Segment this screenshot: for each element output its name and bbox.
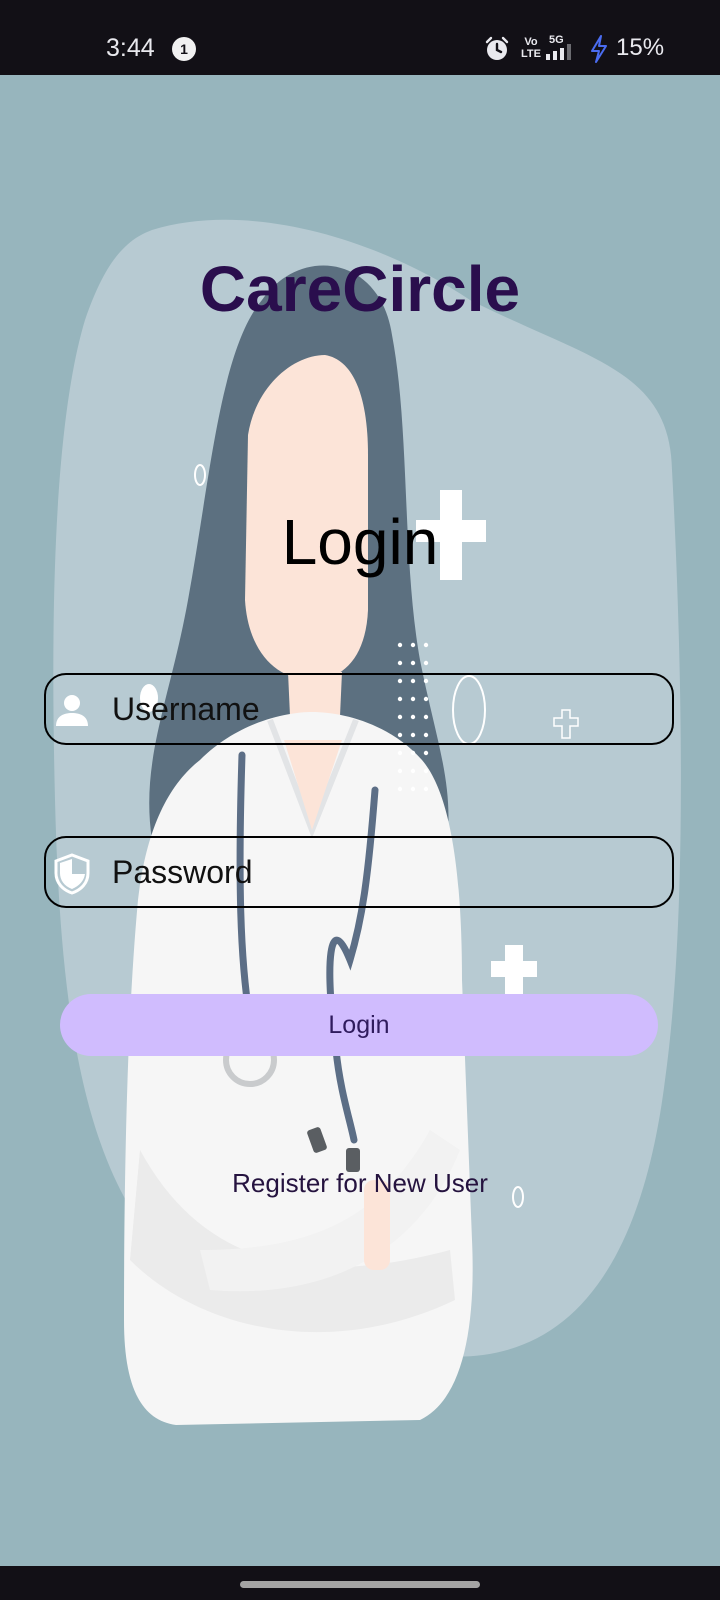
charging-icon bbox=[591, 35, 607, 63]
login-button[interactable]: Login bbox=[60, 994, 658, 1056]
notification-count-badge: 1 bbox=[172, 37, 196, 61]
alarm-icon bbox=[485, 36, 509, 60]
signal-icon bbox=[546, 44, 571, 60]
register-link[interactable]: Register for New User bbox=[0, 1168, 720, 1199]
status-time: 3:44 bbox=[106, 34, 155, 62]
username-field[interactable] bbox=[44, 673, 674, 745]
password-field[interactable] bbox=[44, 836, 674, 908]
volte-label-top: Vo bbox=[524, 36, 538, 48]
app-title: CareCircle bbox=[199, 253, 521, 325]
shield-icon bbox=[54, 853, 90, 895]
login-heading: Login bbox=[281, 506, 439, 578]
home-gesture-handle[interactable] bbox=[240, 1581, 480, 1588]
volte-label-bottom: LTE bbox=[521, 48, 541, 60]
navigation-bar bbox=[0, 1566, 720, 1600]
person-icon bbox=[56, 695, 88, 726]
battery-level: 15% bbox=[616, 34, 665, 61]
status-bar: 3:44 1 Vo LTE 5G 15% bbox=[0, 0, 720, 75]
username-input[interactable] bbox=[112, 675, 652, 743]
password-input[interactable] bbox=[112, 838, 652, 906]
volte-indicator: Vo LTE bbox=[520, 36, 542, 60]
